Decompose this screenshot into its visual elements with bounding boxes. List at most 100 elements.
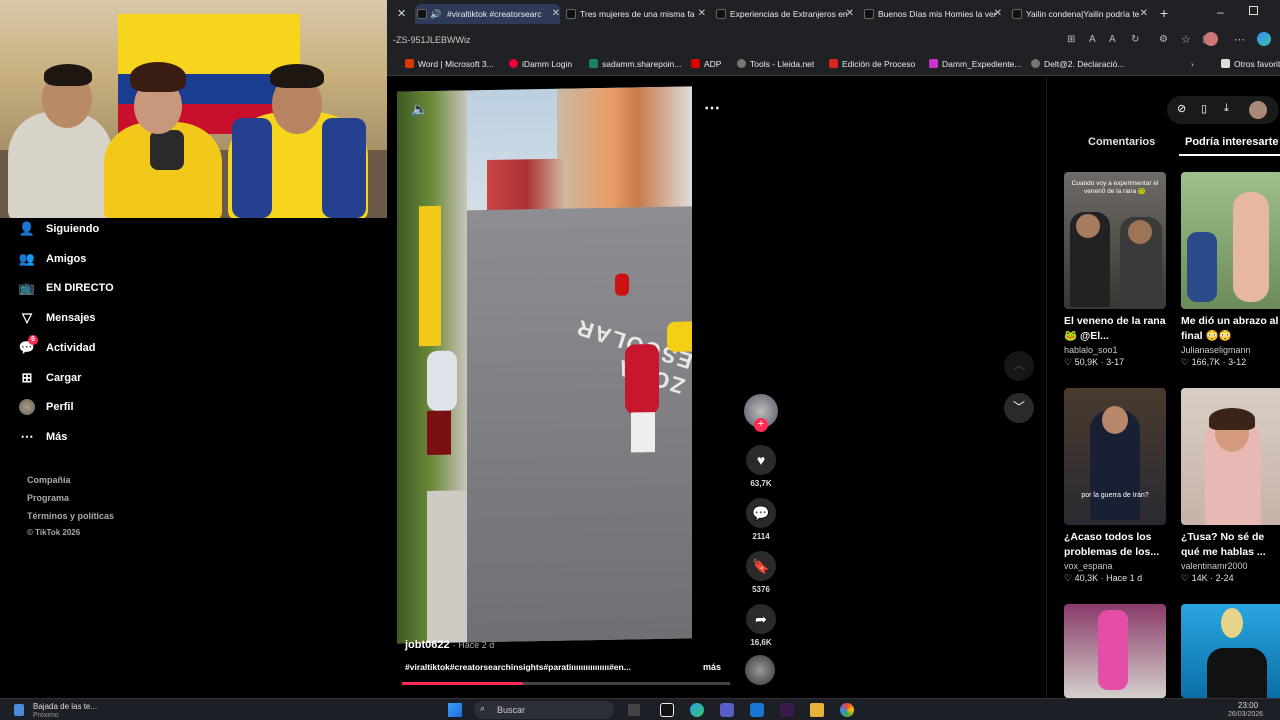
weather-text[interactable]: Bajada de las te...	[33, 702, 97, 711]
file-explorer-icon[interactable]	[810, 703, 824, 717]
minimize-icon[interactable]: –	[1217, 5, 1224, 19]
video-thumbnail[interactable]	[1064, 604, 1166, 698]
bookmark-lleida[interactable]: Tools - Lleida.net	[737, 59, 814, 69]
app-icon[interactable]	[780, 703, 794, 717]
weather-icon[interactable]	[14, 704, 24, 716]
download-icon[interactable]: ⤓	[1224, 102, 1229, 115]
footer-link-terminos[interactable]: Términos y políticas	[27, 511, 114, 521]
profile-avatar[interactable]	[1204, 32, 1218, 46]
profile-avatar[interactable]	[1249, 101, 1267, 119]
bookmark-adp[interactable]: ADP	[691, 59, 721, 69]
url-field[interactable]: -ZS-951JLEBWWiz	[393, 35, 471, 45]
list-item[interactable]: ¿Tusa? No sé de qué me hablas ... valent…	[1181, 388, 1280, 584]
volume-icon[interactable]: 🔈	[411, 101, 428, 118]
close-tab-icon[interactable]: ✕	[552, 4, 560, 24]
tab-experiencias[interactable]: Experiencias de Extranjeros en ✕	[714, 4, 854, 24]
close-tab-icon[interactable]: ✕	[994, 4, 1002, 24]
clock-date: 26/03/2026	[1228, 711, 1264, 718]
video-caption: #viraltiktok#creatorsearchinsights#parat…	[405, 662, 631, 672]
more-link[interactable]: más	[703, 662, 721, 672]
bookmarks-bar: Word | Microsoft 3... iDamm Login sadamm…	[387, 54, 1280, 76]
like-button[interactable]: ♥ 63,7K	[742, 445, 780, 488]
speaker-icon[interactable]: 🔊	[430, 4, 441, 24]
tab-comentarios[interactable]: Comentarios	[1088, 136, 1155, 148]
tab-podria-interesarte[interactable]: Podría interesarte	[1185, 136, 1279, 148]
music-disc-icon[interactable]	[745, 655, 775, 685]
close-tab-icon[interactable]: ✕	[698, 4, 706, 24]
footer-link-compania[interactable]: Compañía	[27, 475, 71, 485]
compass-icon[interactable]: ⊘	[1177, 102, 1186, 115]
copilot-icon[interactable]	[1257, 32, 1271, 46]
footer-link-programa[interactable]: Programa	[27, 493, 69, 503]
tab-yailin[interactable]: Yailin condena|Yailin podría te ✕	[1010, 4, 1148, 24]
store-icon[interactable]	[750, 703, 764, 717]
video-thumbnail[interactable]	[1181, 388, 1280, 525]
chevron-up-icon[interactable]: ︿	[1004, 351, 1034, 381]
save-button[interactable]: 🔖 5376	[742, 551, 780, 594]
edge-icon[interactable]	[690, 703, 704, 717]
activity-badge: 6	[28, 335, 38, 345]
tiktok-app-icon[interactable]	[660, 703, 674, 717]
sidebar-item-actividad[interactable]: 💬 6 Actividad	[18, 335, 96, 359]
clock-time[interactable]: 23:00	[1238, 701, 1258, 710]
list-item[interactable]: Cuando voy a experimentar el venen0 de l…	[1064, 172, 1166, 368]
video-player[interactable]: ZONA ESCOLAR 🔈	[397, 86, 692, 644]
chrome-icon[interactable]	[840, 703, 854, 717]
bookmark-otros[interactable]: Otros favorit	[1221, 59, 1280, 69]
list-item[interactable]: Me dió un abrazo al final 😳😳 Julianaseli…	[1181, 172, 1280, 368]
share-button[interactable]: ➦ 16,6K	[742, 604, 780, 647]
extensions-icon[interactable]: ⚙	[1159, 34, 1168, 45]
tab-tres-mujeres[interactable]: Tres mujeres de una misma fa ✕	[564, 4, 706, 24]
video-thumbnail[interactable]: por la guerra de Irán?	[1064, 388, 1166, 525]
menu-icon[interactable]: ⋯	[1234, 33, 1245, 46]
teams-icon[interactable]	[720, 703, 734, 717]
sidebar-item-mas[interactable]: ⋯ Más	[18, 426, 68, 448]
video-author[interactable]: jobt0622 · Hace 2 d	[405, 639, 494, 651]
more-options-icon[interactable]: ⋯	[704, 98, 720, 118]
video-thumbnail[interactable]	[1181, 604, 1280, 698]
video-thumbnail[interactable]: Cuando voy a experimentar el venen0 de l…	[1064, 172, 1166, 309]
heart-icon: ♡	[1064, 357, 1075, 367]
bookmark-delta[interactable]: Delt@2. Declaració...	[1031, 59, 1124, 69]
favorite-star-icon[interactable]: ☆	[1181, 33, 1191, 46]
sidebar-item-amigos[interactable]: 👥 Amigos	[18, 248, 86, 270]
tab-viraltiktok[interactable]: 🔊 #viraltiktok #creatorsearc ✕	[415, 4, 560, 24]
translate-icon[interactable]: A	[1089, 34, 1096, 45]
read-aloud-icon[interactable]: A	[1109, 34, 1116, 45]
task-view-icon[interactable]	[628, 704, 640, 716]
sidebar-item-mensajes[interactable]: ▽ Mensajes	[18, 307, 96, 329]
live-icon: 📺	[18, 280, 36, 295]
maximize-icon[interactable]	[1249, 6, 1258, 15]
chevron-right-icon[interactable]: ›	[1191, 59, 1194, 69]
bookmark-icon: 🔖	[746, 551, 776, 581]
bookmark-damm[interactable]: Damm_Expediente...	[929, 59, 1021, 69]
follow-plus-icon[interactable]: +	[754, 418, 768, 432]
friends-icon: 👥	[18, 251, 36, 266]
video-thumbnail[interactable]	[1181, 172, 1280, 309]
device-icon[interactable]: ▯	[1201, 102, 1207, 115]
windows-start-icon[interactable]	[448, 703, 462, 717]
video-progress-bar[interactable]	[402, 682, 730, 685]
list-item[interactable]: por la guerra de Irán? ¿Acaso todos los …	[1064, 388, 1166, 584]
sidebar-item-cargar[interactable]: ⊞ Cargar	[18, 367, 82, 389]
close-tab-icon[interactable]: ✕	[1140, 4, 1148, 24]
sidebar-item-siguiendo[interactable]: 👤 Siguiendo	[18, 218, 99, 240]
list-item[interactable]	[1064, 604, 1166, 698]
refresh-icon[interactable]: ↻	[1131, 34, 1139, 45]
apps-icon[interactable]: ⊞	[1067, 34, 1075, 45]
new-tab-icon[interactable]: +	[1160, 5, 1168, 21]
comment-button[interactable]: 💬 2114	[742, 498, 780, 541]
bookmark-sharepoint[interactable]: sadamm.sharepoin...	[589, 59, 681, 69]
close-icon[interactable]: ✕	[397, 7, 406, 20]
taskbar-search[interactable]: ⌕ Buscar	[474, 701, 614, 719]
bookmark-idamm[interactable]: iDamm Login	[509, 59, 572, 69]
chevron-down-icon[interactable]: ﹀	[1004, 393, 1034, 423]
bookmark-edicion[interactable]: Edición de Proceso	[829, 59, 915, 69]
webcam-overlay	[0, 0, 387, 218]
bookmark-word[interactable]: Word | Microsoft 3...	[405, 59, 494, 69]
sidebar-item-en-directo[interactable]: 📺 EN DIRECTO	[18, 277, 114, 299]
sidebar-item-perfil[interactable]: Perfil	[18, 396, 74, 418]
tab-buenos-dias[interactable]: Buenos Días mis Homies la ver ✕	[862, 4, 1002, 24]
list-item[interactable]	[1181, 604, 1280, 698]
close-tab-icon[interactable]: ✕	[846, 4, 854, 24]
